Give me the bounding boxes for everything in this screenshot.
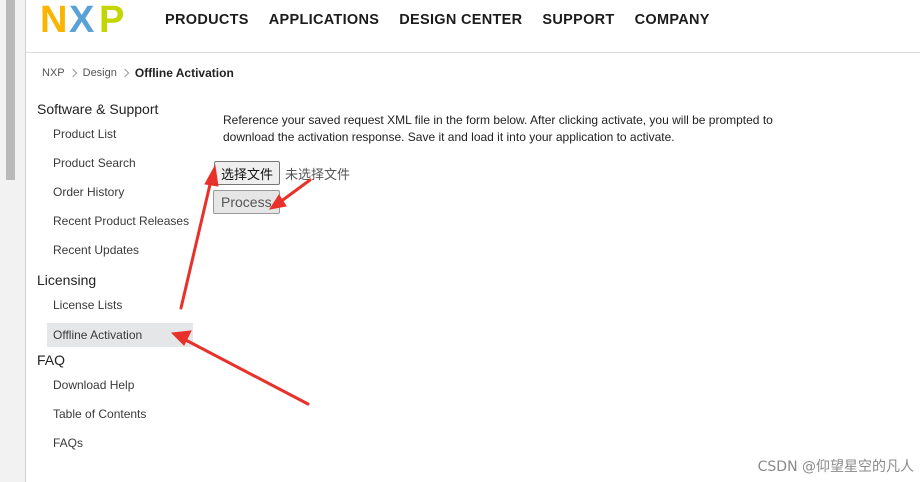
nav-company[interactable]: COMPANY bbox=[635, 12, 710, 28]
nav-applications[interactable]: APPLICATIONS bbox=[269, 12, 379, 28]
sidebar-item-order-history[interactable]: Order History bbox=[37, 178, 197, 207]
sidebar: Software & Support Product List Product … bbox=[37, 98, 197, 458]
breadcrumb-current: Offline Activation bbox=[134, 66, 234, 80]
arrow-to-offline-activation-shaft bbox=[178, 335, 310, 406]
instructions-text: Reference your saved request XML file in… bbox=[223, 113, 773, 144]
file-upload: 选择文件 未选择文件 bbox=[214, 161, 350, 185]
logo-letter-n: N bbox=[40, 1, 67, 37]
nav-products[interactable]: PRODUCTS bbox=[165, 12, 249, 28]
choose-file-button[interactable]: 选择文件 bbox=[214, 161, 281, 185]
site-header: N X P PRODUCTS APPLICATIONS DESIGN CENTE… bbox=[26, 0, 920, 53]
sidebar-item-product-list[interactable]: Product List bbox=[37, 120, 197, 149]
sidebar-heading-faq: FAQ bbox=[37, 352, 66, 368]
breadcrumb-chevron-icon bbox=[120, 68, 130, 78]
breadcrumb-nxp[interactable]: NXP bbox=[42, 67, 65, 79]
breadcrumb-design[interactable]: Design bbox=[83, 67, 117, 79]
breadcrumb: NXP Design Offline Activation bbox=[42, 66, 234, 80]
sidebar-heading-licensing: Licensing bbox=[37, 272, 97, 288]
sidebar-item-recent-product-releases[interactable]: Recent Product Releases bbox=[37, 207, 197, 236]
sidebar-heading-software-support: Software & Support bbox=[37, 101, 159, 117]
main-nav: PRODUCTS APPLICATIONS DESIGN CENTER SUPP… bbox=[165, 12, 730, 28]
breadcrumb-chevron-icon bbox=[68, 68, 77, 78]
browser-scrollbar[interactable] bbox=[0, 0, 26, 482]
nav-support[interactable]: SUPPORT bbox=[542, 12, 614, 28]
sidebar-item-faqs[interactable]: FAQs bbox=[37, 429, 197, 458]
file-status-text: 未选择文件 bbox=[285, 167, 351, 183]
sidebar-item-license-lists[interactable]: License Lists bbox=[37, 291, 197, 320]
nav-design-center[interactable]: DESIGN CENTER bbox=[399, 12, 522, 28]
sidebar-item-offline-activation[interactable]: Offline Activation bbox=[47, 323, 193, 347]
sidebar-item-table-of-contents[interactable]: Table of Contents bbox=[37, 400, 197, 429]
sidebar-item-recent-updates[interactable]: Recent Updates bbox=[37, 236, 197, 265]
nxp-logo[interactable]: N X P bbox=[40, 1, 136, 37]
process-button[interactable]: Process bbox=[213, 190, 280, 214]
sidebar-item-download-help[interactable]: Download Help bbox=[37, 371, 197, 400]
sidebar-item-product-search[interactable]: Product Search bbox=[37, 149, 197, 178]
logo-letter-p: P bbox=[99, 1, 124, 37]
watermark: CSDN @仰望星空的凡人 bbox=[757, 459, 914, 475]
scrollbar-thumb[interactable] bbox=[6, 0, 15, 180]
logo-letter-x: X bbox=[69, 1, 95, 37]
